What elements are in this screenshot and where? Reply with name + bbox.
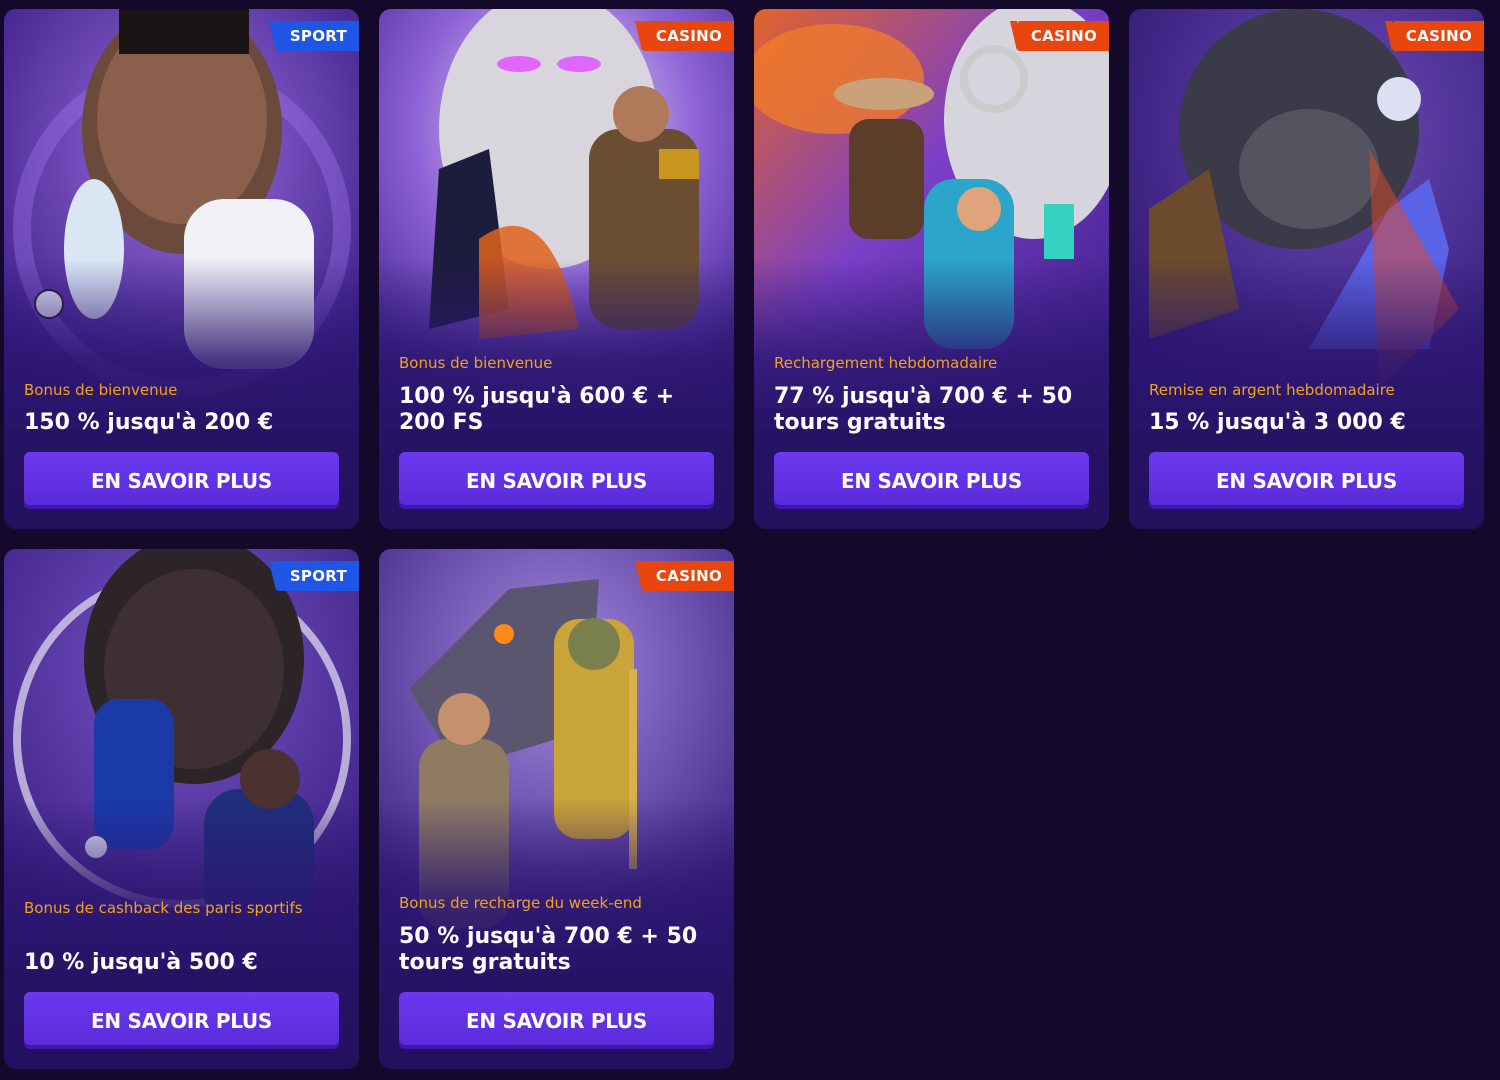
promo-card-weekend-reload[interactable]: CASINO Bonus de recharge du week-end 50 … <box>379 549 734 1069</box>
learn-more-button[interactable]: EN SAVOIR PLUS <box>24 452 339 509</box>
promo-subtitle: Bonus de recharge du week-end <box>399 894 642 912</box>
learn-more-button[interactable]: EN SAVOIR PLUS <box>399 992 714 1049</box>
learn-more-button[interactable]: EN SAVOIR PLUS <box>1149 452 1464 509</box>
category-badge: CASINO <box>1384 21 1484 51</box>
category-badge: CASINO <box>1009 21 1109 51</box>
category-badge: SPORT <box>268 561 359 591</box>
promo-subtitle: Bonus de bienvenue <box>24 381 178 399</box>
artwork-fade <box>4 259 359 429</box>
category-badge: CASINO <box>634 21 734 51</box>
promo-headline: 150 % jusqu'à 200 € <box>24 410 274 435</box>
learn-more-button[interactable]: EN SAVOIR PLUS <box>774 452 1089 509</box>
promo-card-weekly-reload[interactable]: CASINO Rechargement hebdomadaire 77 % ju… <box>754 9 1109 529</box>
promo-card-sport-welcome[interactable]: SPORT Bonus de bienvenue 150 % jusqu'à 2… <box>4 9 359 529</box>
artwork-fade <box>4 799 359 969</box>
learn-more-button[interactable]: EN SAVOIR PLUS <box>399 452 714 509</box>
promotions-grid: SPORT Bonus de bienvenue 150 % jusqu'à 2… <box>0 0 1500 1080</box>
category-badge: SPORT <box>268 21 359 51</box>
promo-headline: 10 % jusqu'à 500 € <box>24 950 258 975</box>
promo-subtitle: Remise en argent hebdomadaire <box>1149 381 1395 399</box>
promo-card-weekly-cashback[interactable]: CASINO Remise en argent hebdomadaire 15 … <box>1129 9 1484 529</box>
promo-headline: 77 % jusqu'à 700 € + 50 tours gratuits <box>774 384 1073 435</box>
promo-card-casino-welcome[interactable]: CASINO Bonus de bienvenue 100 % jusqu'à … <box>379 9 734 529</box>
promo-subtitle: Bonus de cashback des paris sportifs <box>24 899 303 917</box>
promo-card-sports-cashback[interactable]: SPORT Bonus de cashback des paris sporti… <box>4 549 359 1069</box>
promo-subtitle: Rechargement hebdomadaire <box>774 354 998 372</box>
category-badge: CASINO <box>634 561 734 591</box>
promo-subtitle: Bonus de bienvenue <box>399 354 553 372</box>
promo-headline: 50 % jusqu'à 700 € + 50 tours gratuits <box>399 924 698 975</box>
learn-more-button[interactable]: EN SAVOIR PLUS <box>24 992 339 1049</box>
promo-headline: 100 % jusqu'à 600 € + 200 FS <box>399 384 675 435</box>
promo-headline: 15 % jusqu'à 3 000 € <box>1149 410 1406 435</box>
artwork-fade <box>1129 259 1484 429</box>
